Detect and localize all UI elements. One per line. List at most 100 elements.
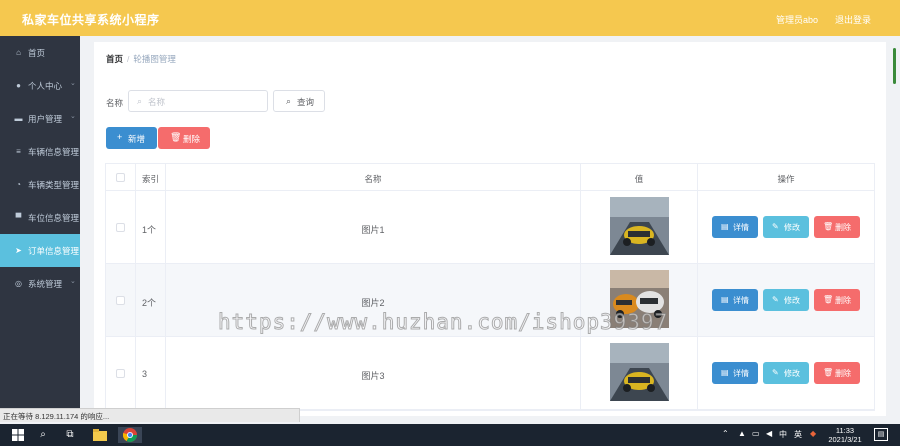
ime-language[interactable]: 英 [794,429,802,440]
watermark-text: https://www.huzhan.com/ishop39397 [217,310,669,335]
document-icon: ▤ [721,295,729,304]
system-clock[interactable]: 11:33 2021/3/21 [826,426,864,444]
task-view-icon[interactable]: ⧉ [62,427,78,443]
query-button[interactable]: ⌕ 查询 [273,90,325,112]
header-index-cell: 索引 [136,164,166,190]
file-explorer-icon[interactable] [92,427,108,443]
tray-chevron-up-icon[interactable]: ⌃ [722,429,729,438]
sidebar-item-order-info[interactable]: ➤ 订单信息管理 [0,234,80,267]
volume-icon[interactable]: ◀ [766,429,772,438]
delete-button[interactable]: 🗑 删除 [814,362,860,384]
sidebar-item-label: 用户管理 [28,114,63,124]
add-button[interactable]: + 新增 [106,127,157,149]
car-thumbnail[interactable] [610,343,669,401]
actions-cell: ▤ 详情 ✎ 修改 🗑 删除 [698,264,874,336]
actions-cell: ▤ 详情 ✎ 修改 🗑 删除 [698,191,874,263]
search-placeholder: 名称 [148,97,166,107]
column-header-value: 值 [634,174,644,184]
detail-button[interactable]: ▤ 详情 [712,289,758,311]
app-title: 私家车位共享系统小程序 [22,13,160,27]
ime-mode[interactable]: 中 [779,429,787,440]
select-all-checkbox[interactable] [116,173,125,182]
chevron-down-icon: ⌄ [70,113,76,120]
settings-icon: ◎ [15,279,22,288]
edit-button[interactable]: ✎ 修改 [763,289,809,311]
sidebar-item-label: 个人中心 [28,81,63,91]
chrome-icon[interactable] [118,427,142,443]
sidebar-item-user-management[interactable]: ▬ 用户管理 ⌄ [0,102,80,135]
row-checkbox[interactable] [116,369,125,378]
select-cell [106,264,136,336]
detail-button[interactable]: ▤ 详情 [712,362,758,384]
notification-icon[interactable]: ▤ [874,428,888,441]
sidebar-item-label: 车辆类型管理 [28,180,80,190]
batch-delete-button[interactable]: 🗑 删除 [158,127,210,149]
add-button-label: 新增 [128,134,146,144]
page-scrollbar-thumb[interactable] [893,48,896,84]
sidebar-menu: ⌂ 首页 ● 个人中心 ⌄ ▬ 用户管理 ⌄ ≡ 车辆信息管理 ◔ 车辆类型管理… [0,36,80,408]
delete-label: 删除 [835,369,851,378]
battery-icon[interactable]: ▭ [752,429,760,438]
trash-icon: 🗑 [823,222,834,231]
car-thumbnail[interactable] [610,197,669,255]
monitor-icon: ▀ [15,213,22,222]
header-value-cell: 值 [581,164,698,190]
top-header: 私家车位共享系统小程序 管理员abo 退出登录 [0,0,900,36]
index-cell: 3 [136,337,166,409]
search-icon: ⌕ [286,96,292,106]
security-app-icon[interactable]: ◆ [810,429,816,438]
column-header-actions: 操作 [777,174,795,184]
tray-app-icon[interactable]: ▲ [738,429,746,438]
sidebar-item-parking-info[interactable]: ▀ 车位信息管理 [0,201,80,234]
document-icon: ▤ [721,368,729,377]
name-cell: 图片1 [166,191,581,263]
current-user[interactable]: 管理员abo [776,13,818,26]
edit-label: 修改 [784,369,800,378]
windows-start-icon[interactable] [10,427,26,443]
row-name: 图片1 [361,225,385,235]
name-cell: 图片3 [166,337,581,409]
sidebar-item-label: 车辆信息管理 [28,147,80,157]
table-row: 3 图片3 ▤ 详情 ✎ 修改 🗑 删除 [106,337,874,410]
table-row: 1个 图片1 ▤ 详情 ✎ 修改 🗑 删除 [106,191,874,264]
page-scrollbar[interactable] [890,38,896,408]
clock-time: 11:33 [835,426,855,435]
edit-button[interactable]: ✎ 修改 [763,216,809,238]
row-index: 2个 [142,298,157,308]
status-text: 正在等待 8.129.11.174 的响应... [3,412,110,421]
sidebar-item-system[interactable]: ◎ 系统管理 ⌄ [0,267,80,300]
sidebar-item-personal-center[interactable]: ● 个人中心 ⌄ [0,69,80,102]
sidebar-item-home[interactable]: ⌂ 首页 [0,36,80,69]
edit-label: 修改 [784,223,800,232]
trash-icon: 🗑 [823,368,834,377]
content-panel: 首页 / 轮播图管理 名称 ⌕ 名称 ⌕ 查询 + 新增 🗑 删除 索引 名称 值 … [94,42,886,416]
delete-button[interactable]: 🗑 删除 [814,216,860,238]
list-icon: ≡ [16,147,21,156]
gauge-icon: ◔ [16,180,21,189]
delete-button[interactable]: 🗑 删除 [814,289,860,311]
breadcrumb-current: 轮播图管理 [133,54,176,64]
select-cell [106,337,136,409]
delete-label: 删除 [835,296,851,305]
table-header: 索引 名称 值 操作 [106,164,874,191]
home-icon: ⌂ [16,48,21,57]
logout-link[interactable]: 退出登录 [835,13,871,26]
search-icon: ⌕ [137,96,143,106]
sidebar-item-label: 订单信息管理 [28,246,80,256]
sidebar-item-vehicle-type[interactable]: ◔ 车辆类型管理 [0,168,80,201]
value-cell [581,191,698,263]
sidebar-item-label: 首页 [28,48,46,58]
edit-button[interactable]: ✎ 修改 [763,362,809,384]
users-icon: ▬ [14,114,23,123]
sidebar-item-vehicle-info[interactable]: ≡ 车辆信息管理 [0,135,80,168]
breadcrumb-home[interactable]: 首页 [106,54,123,64]
search-input[interactable]: ⌕ 名称 [128,90,268,112]
detail-button[interactable]: ▤ 详情 [712,216,758,238]
detail-label: 详情 [733,223,749,232]
select-cell [106,191,136,263]
row-checkbox[interactable] [116,223,125,232]
search-icon[interactable]: ⌕ [35,427,51,443]
row-checkbox[interactable] [116,296,125,305]
detail-label: 详情 [733,296,749,305]
trash-icon: 🗑 [823,295,834,304]
